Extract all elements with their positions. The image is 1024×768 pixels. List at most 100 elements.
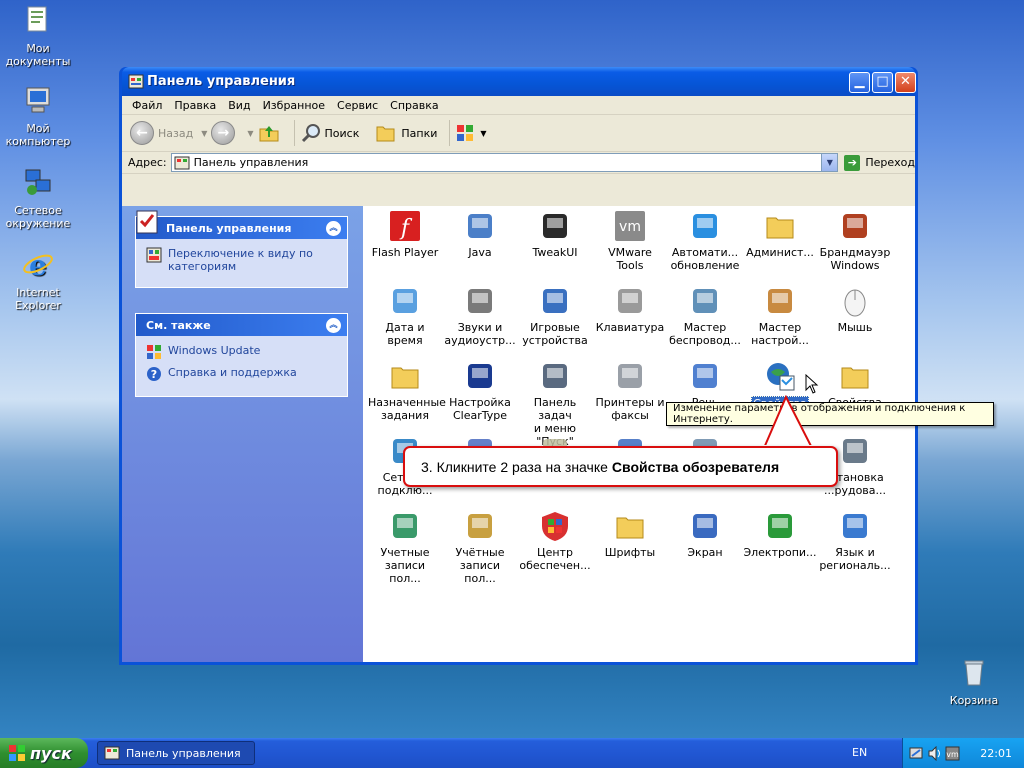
cp-item-scheduled-tasks[interactable]: Назначенные задания — [367, 360, 446, 422]
desktop-icon-ie[interactable]: e Internet Explorer — [0, 248, 78, 312]
menu-tools[interactable]: Сервис — [331, 99, 384, 112]
taskbar-item-control-panel[interactable]: Панель управления — [97, 741, 255, 765]
cp-item-label: Настройка — [449, 396, 511, 409]
menu-bar: Файл Правка Вид Избранное Сервис Справка — [122, 96, 915, 115]
go-button[interactable]: ➔ Переход — [844, 154, 915, 171]
cp-item-java[interactable]: Java — [442, 210, 518, 272]
cp-item-date-time[interactable]: Дата и время — [367, 285, 443, 360]
see-also-section: См. также ︽ Windows Update ? Справка и п… — [135, 313, 348, 397]
cp-item-mouse[interactable]: Мышь — [817, 285, 893, 347]
close-button[interactable]: ✕ — [895, 72, 916, 93]
recycle-bin-icon — [964, 660, 984, 686]
network-tray-icon[interactable] — [909, 746, 924, 761]
clock: 22:01 — [980, 746, 1012, 760]
cp-item-user-accounts[interactable]: Учетные записи пол... — [367, 510, 443, 585]
cleartype-tuner-icon — [468, 364, 492, 388]
section-header[interactable]: Панель управления ︽ — [136, 210, 347, 239]
desktop-icon-network[interactable]: Сетевое окружение — [0, 166, 78, 230]
language-indicator[interactable]: EN — [852, 746, 867, 759]
back-button[interactable]: ← Назад — [130, 121, 193, 145]
cp-item-printers-faxes[interactable]: Принтеры и факсы — [592, 360, 668, 422]
forward-button[interactable]: → — [211, 121, 239, 145]
section-title: См. также — [146, 318, 211, 332]
windows-update-link[interactable]: Windows Update — [146, 344, 337, 360]
cp-item-power-options[interactable]: Электропи... — [742, 510, 818, 572]
start-button[interactable]: пуск — [0, 738, 88, 768]
window-titlebar[interactable]: Панель управления ▁ □ ✕ — [122, 67, 916, 96]
cp-item-administrative-tools[interactable]: Админист... — [742, 210, 818, 272]
views-dropdown-icon: ▼ — [480, 128, 487, 138]
cp-item-vmware-tools[interactable]: vm VMware Tools — [592, 210, 668, 285]
cp-item-label: настрой... — [751, 334, 809, 347]
user-accounts-2-icon — [468, 514, 492, 538]
control-panel-icon — [104, 746, 120, 760]
sounds-audio-icon — [468, 289, 492, 313]
taskbar-item-label: Панель управления — [126, 746, 241, 760]
back-dropdown-icon[interactable]: ▼ — [201, 129, 207, 138]
desktop-icon-recycle-bin[interactable]: Корзина — [934, 656, 1014, 707]
cp-item-automatic-updates[interactable]: Автомати... обновление — [667, 210, 743, 272]
desktop-icon-my-documents[interactable]: Мои документы — [0, 4, 78, 68]
cp-item-label: Учетные — [380, 546, 430, 559]
address-label: Адрес: — [128, 156, 167, 169]
desktop-icon-my-computer[interactable]: Мой компьютер — [0, 84, 78, 148]
printers-faxes-icon — [618, 364, 642, 388]
cp-item-security-center[interactable]: Центр обеспечен... — [517, 510, 593, 572]
views-button[interactable]: ▼ — [456, 123, 487, 143]
cp-item-network-setup-wizard[interactable]: Мастер настрой... — [742, 285, 818, 347]
cp-item-label: TweakUI — [532, 246, 578, 259]
cp-item-label: Клавиатура — [595, 321, 665, 334]
power-options-icon — [768, 514, 792, 538]
svg-text:vm: vm — [946, 750, 959, 759]
help-and-support-link[interactable]: ? Справка и поддержка — [146, 366, 337, 382]
cp-item-wireless-network-wizard[interactable]: Мастер беспровод... — [667, 285, 743, 347]
cp-item-user-accounts-2[interactable]: Учётные записи пол... — [442, 510, 518, 585]
up-folder-icon[interactable] — [258, 122, 280, 144]
cp-item-display[interactable]: Экран — [667, 510, 743, 572]
collapse-chevron-icon[interactable]: ︽ — [326, 221, 341, 236]
cp-item-windows-firewall[interactable]: Брандмауэр Windows — [817, 210, 893, 272]
desktop-icon-label: окружение — [5, 217, 71, 230]
cp-item-keyboard[interactable]: Клавиатура — [592, 285, 668, 347]
maximize-button[interactable]: □ — [872, 72, 893, 93]
cp-item-fonts[interactable]: Шрифты — [592, 510, 668, 572]
menu-favorites[interactable]: Избранное — [257, 99, 331, 112]
cp-item-label: записи пол... — [384, 559, 426, 585]
folder-options-icon — [841, 367, 869, 389]
vmware-tools-tray-icon[interactable]: vm — [945, 746, 960, 761]
collapse-chevron-icon[interactable]: ︽ — [326, 318, 341, 333]
menu-edit[interactable]: Правка — [168, 99, 222, 112]
menu-help[interactable]: Справка — [384, 99, 444, 112]
cp-item-regional-language[interactable]: Язык и региональ... — [817, 510, 893, 572]
section-header[interactable]: См. также ︽ — [136, 314, 347, 336]
address-value: Панель управления — [193, 156, 309, 169]
minimize-button[interactable]: ▁ — [849, 72, 870, 93]
cp-item-tweakui[interactable]: TweakUI — [517, 210, 593, 272]
cp-item-label: Мастер — [758, 321, 802, 334]
address-field[interactable]: Панель управления ▼ — [170, 153, 839, 172]
control-panel-section-icon — [136, 210, 158, 234]
cp-item-label: Центр — [537, 546, 573, 559]
menu-view[interactable]: Вид — [222, 99, 256, 112]
cp-item-cleartype-tuner[interactable]: Настройка ClearType — [442, 360, 518, 422]
address-dropdown-icon[interactable]: ▼ — [821, 154, 838, 171]
game-controllers-icon — [543, 289, 567, 313]
cp-item-label: Flash Player — [371, 246, 439, 259]
folders-button[interactable]: Папки — [375, 123, 437, 143]
windows-logo-icon — [9, 745, 25, 761]
svg-text:?: ? — [151, 368, 157, 381]
my-documents-icon — [27, 6, 47, 32]
cp-item-label: Админист... — [746, 246, 814, 259]
forward-arrow-icon: → — [211, 121, 236, 145]
cp-item-flash-player[interactable]: f Flash Player — [367, 210, 443, 272]
tutorial-callout: 3. Кликните 2 раза на значке Свойства об… — [403, 446, 838, 487]
forward-dropdown-icon[interactable]: ▼ — [247, 129, 253, 138]
volume-icon[interactable] — [927, 745, 942, 761]
menu-file[interactable]: Файл — [126, 99, 168, 112]
search-button[interactable]: Поиск — [301, 123, 359, 143]
cp-item-sounds-audio[interactable]: Звуки и аудиоустр... — [442, 285, 518, 347]
cp-item-game-controllers[interactable]: Игровые устройства — [517, 285, 593, 347]
cp-item-label: Дата и время — [385, 321, 425, 347]
desktop-icon-label: Internet — [16, 286, 60, 299]
switch-to-category-view-link[interactable]: Переключение к виду по категориям — [146, 247, 337, 273]
